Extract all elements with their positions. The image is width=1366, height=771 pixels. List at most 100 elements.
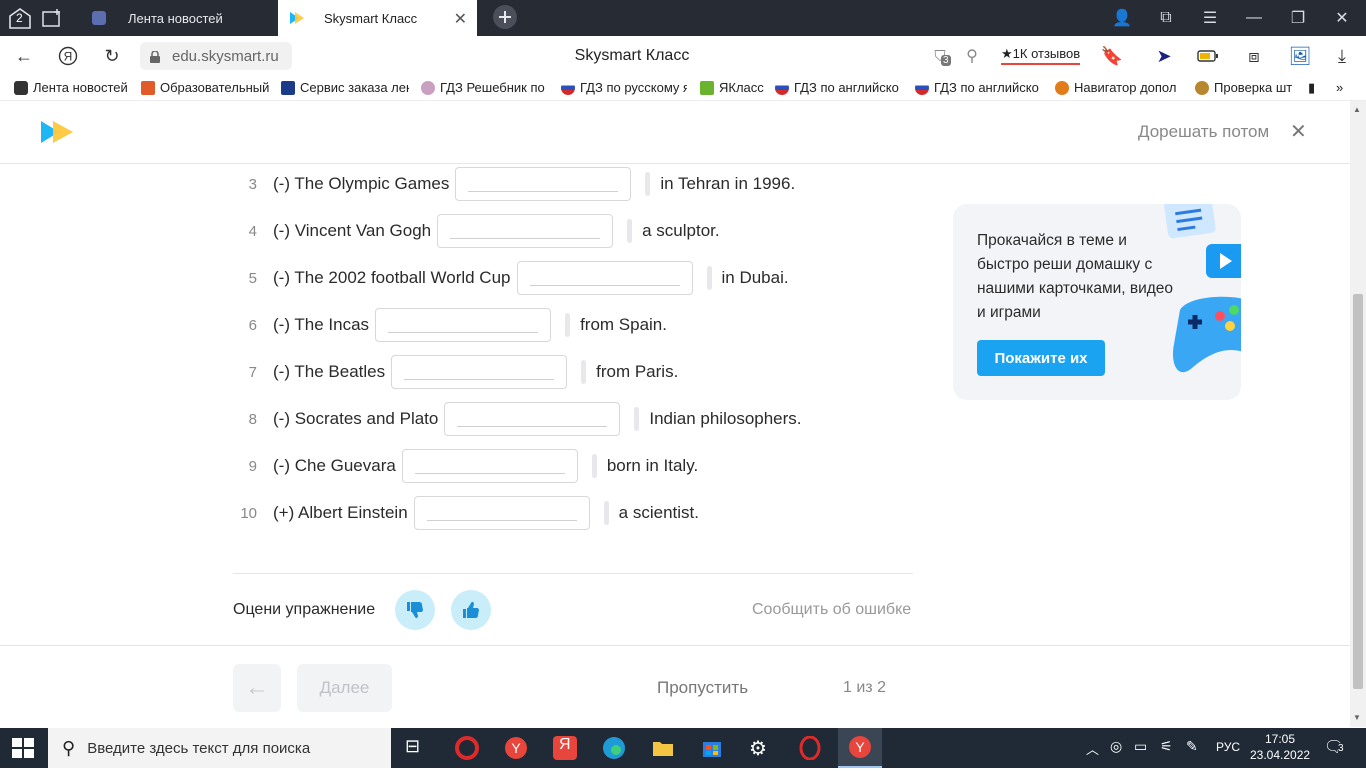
window-add-icon bbox=[42, 9, 60, 27]
hamburger-icon: ☰ bbox=[1202, 10, 1218, 27]
share-button[interactable]: ➤ bbox=[1152, 44, 1176, 68]
settings-app[interactable]: ⚙ bbox=[749, 736, 773, 760]
download-icon: ⤓ bbox=[1338, 45, 1346, 66]
yandex-browser-app[interactable]: Y bbox=[504, 736, 528, 760]
protect-button[interactable]: ⛉ 3 bbox=[928, 44, 952, 68]
tab-news[interactable]: Лента новостей bbox=[80, 0, 277, 36]
menu-button[interactable]: ☰ bbox=[1200, 6, 1220, 30]
dislike-button[interactable] bbox=[395, 590, 435, 630]
answer-input[interactable] bbox=[455, 167, 632, 201]
bookmark-item[interactable]: ГДЗ по английско bbox=[775, 80, 901, 95]
bookmark-item[interactable]: ЯКласс bbox=[700, 80, 766, 95]
answer-input[interactable] bbox=[413, 496, 590, 530]
star-icon: ★ bbox=[1001, 46, 1013, 61]
scroll-up-icon[interactable]: ▲ bbox=[1353, 105, 1361, 114]
show-them-button[interactable]: Покажите их bbox=[977, 340, 1105, 376]
pen-icon[interactable]: ✎ bbox=[1186, 738, 1198, 755]
taskbar-clock[interactable]: 17:05 23.04.2022 bbox=[1250, 731, 1310, 763]
opera-gx-app[interactable] bbox=[455, 736, 479, 760]
row-text-after: a scientist. bbox=[618, 503, 699, 522]
taskbar-search[interactable]: ⚲ Введите здесь текст для поиска bbox=[48, 728, 391, 768]
exercise-row: 7 (-) The Beatles from Paris. bbox=[233, 354, 678, 390]
row-number: 4 bbox=[248, 222, 257, 240]
next-button[interactable]: Далее bbox=[297, 664, 392, 712]
start-button[interactable] bbox=[12, 738, 34, 758]
new-window-button[interactable] bbox=[40, 6, 64, 30]
exercise-row: 6 (-) The Incas from Spain. bbox=[233, 307, 667, 343]
close-exercise-icon[interactable]: ✕ bbox=[1290, 119, 1307, 144]
new-tab-button[interactable] bbox=[492, 5, 518, 29]
tab-skysmart[interactable]: Skysmart Класс ✕ bbox=[278, 0, 477, 36]
thumbs-down-icon bbox=[407, 602, 423, 619]
scroll-thumb[interactable] bbox=[1353, 294, 1363, 689]
answer-input[interactable] bbox=[391, 355, 568, 389]
bookmark-icon: 🔖 bbox=[1100, 45, 1124, 66]
yandex-browser-active-app[interactable]: Y bbox=[838, 728, 882, 768]
bookmark-item[interactable]: Образовательный bbox=[141, 80, 269, 95]
solve-later-link[interactable]: Дорешать потом bbox=[1138, 122, 1269, 142]
notification-center-button[interactable]: 🗨 3 bbox=[1324, 737, 1344, 757]
store-app[interactable] bbox=[700, 736, 724, 760]
bookmark-button[interactable]: 🔖 bbox=[1100, 44, 1124, 68]
minimize-icon: — bbox=[1246, 9, 1262, 26]
more-bookmarks-button[interactable]: » bbox=[1336, 80, 1352, 95]
bookmark-item[interactable]: ГДЗ по русскому я bbox=[561, 80, 687, 95]
row-text-after: in Tehran in 1996. bbox=[660, 174, 796, 193]
bookmark-item[interactable]: Лента новостей bbox=[14, 80, 134, 95]
close-icon: ✕ bbox=[1335, 10, 1349, 27]
drag-separator bbox=[603, 501, 609, 525]
screenshot-button[interactable]: 🖼 bbox=[1288, 44, 1312, 68]
news-icon bbox=[14, 80, 28, 95]
row-text-after: in Dubai. bbox=[721, 268, 789, 287]
row-text-before: (-) Socrates and Plato bbox=[273, 409, 439, 428]
battery-saver-button[interactable] bbox=[1196, 44, 1220, 68]
network-icon[interactable]: ⚟ bbox=[1160, 738, 1173, 755]
report-error-link[interactable]: Сообщить об ошибке bbox=[752, 601, 911, 619]
row-number: 7 bbox=[248, 363, 257, 381]
bookmark-item[interactable]: ГДЗ по английско bbox=[915, 80, 1041, 95]
bookmark-item[interactable]: Навигатор допол bbox=[1055, 80, 1181, 95]
scroll-down-icon[interactable]: ▼ bbox=[1353, 713, 1361, 722]
bookmark-item[interactable]: ГДЗ Решебник по bbox=[421, 80, 547, 95]
yandex-browser-icon: Y bbox=[505, 737, 527, 759]
edge-app[interactable] bbox=[602, 736, 626, 760]
extensions-button[interactable]: ⧈ bbox=[1242, 44, 1266, 68]
answer-input[interactable] bbox=[437, 214, 614, 248]
tray-expand-icon[interactable]: ︿ bbox=[1086, 739, 1099, 758]
collections-button[interactable]: ⧉ bbox=[1156, 6, 1176, 30]
downloads-button[interactable]: ⤓ bbox=[1330, 44, 1354, 68]
answer-input[interactable] bbox=[516, 261, 693, 295]
other-bookmarks-button[interactable]: ▮ bbox=[1308, 80, 1322, 96]
opera-app[interactable] bbox=[798, 735, 822, 761]
bookmark-item[interactable]: Проверка шт bbox=[1195, 80, 1293, 95]
exercise-row: 10 (+) Albert Einstein a scientist. bbox=[233, 495, 699, 531]
language-indicator[interactable]: РУС bbox=[1216, 740, 1240, 754]
close-tab-icon[interactable]: ✕ bbox=[454, 9, 467, 29]
answer-input[interactable] bbox=[444, 402, 621, 436]
skip-button[interactable]: Пропустить bbox=[657, 678, 748, 698]
webcam-icon[interactable]: ◎ bbox=[1110, 738, 1122, 755]
row-text-before: (-) The Olympic Games bbox=[273, 174, 450, 193]
like-button[interactable] bbox=[451, 590, 491, 630]
yandex-app[interactable]: Я bbox=[553, 736, 577, 760]
row-text-before: (+) Albert Einstein bbox=[273, 503, 408, 522]
battery-icon[interactable]: ▭ bbox=[1134, 738, 1147, 755]
skysmart-logo[interactable] bbox=[41, 121, 75, 148]
answer-input[interactable] bbox=[401, 449, 578, 483]
task-view-button[interactable]: ⊟ bbox=[405, 736, 429, 760]
file-explorer-app[interactable] bbox=[651, 736, 675, 760]
profile-button[interactable]: 👤 bbox=[1112, 6, 1132, 30]
location-button[interactable]: ⚲ bbox=[960, 44, 984, 68]
previous-button[interactable]: ← bbox=[233, 664, 281, 712]
minimize-button[interactable]: — bbox=[1244, 6, 1264, 30]
restore-button[interactable]: ❐ bbox=[1288, 6, 1308, 30]
page-scrollbar[interactable]: ▲ ▼ bbox=[1350, 101, 1366, 727]
answer-input[interactable] bbox=[375, 308, 552, 342]
battery-icon bbox=[1197, 50, 1218, 62]
bookmark-item[interactable]: Сервис заказа лек bbox=[281, 80, 409, 95]
flag-ru-icon bbox=[775, 80, 789, 95]
tabs-overview-button[interactable]: 2 bbox=[6, 6, 34, 30]
bookmark-label: ЯКласс bbox=[719, 80, 764, 95]
reviews-link[interactable]: ★1К отзывов bbox=[1001, 46, 1081, 65]
close-window-button[interactable]: ✕ bbox=[1332, 6, 1352, 30]
